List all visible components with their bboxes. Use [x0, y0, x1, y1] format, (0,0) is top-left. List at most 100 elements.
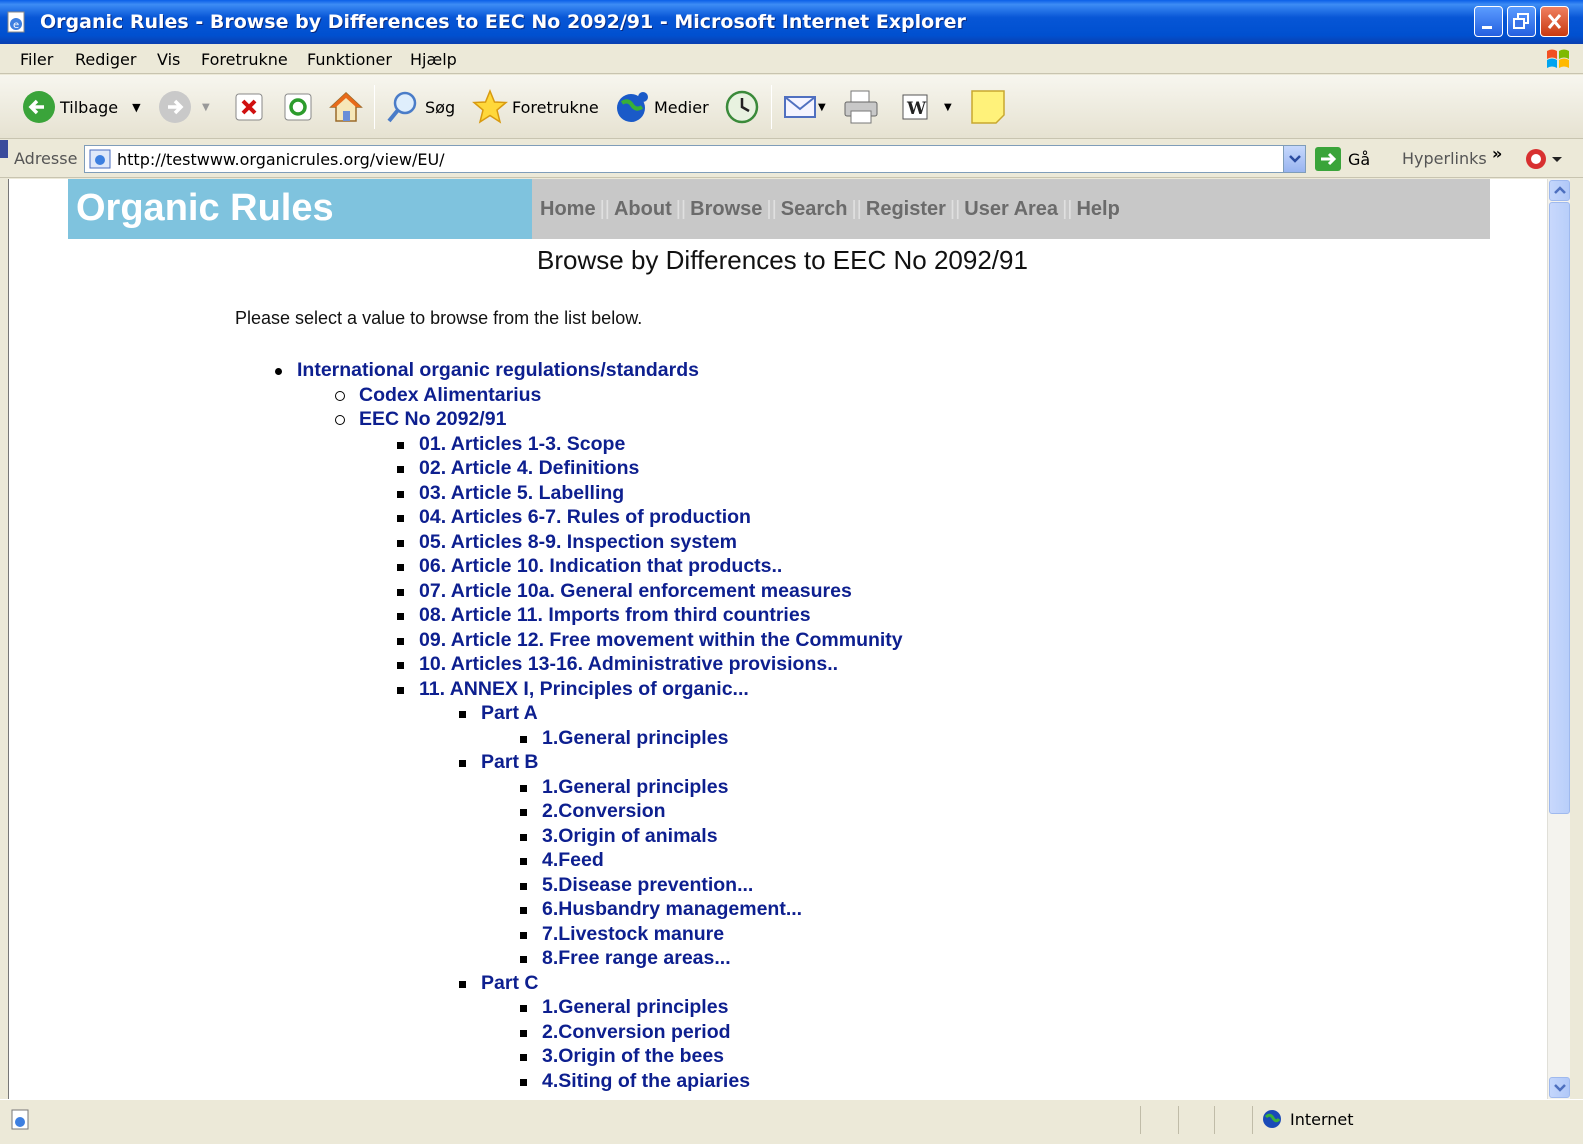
tree-link[interactable]: 02. Article 4. Definitions [419, 457, 639, 479]
translate-icon[interactable] [1524, 146, 1564, 172]
tree-link[interactable]: 03. Article 5. Labelling [419, 482, 624, 504]
search-button[interactable]: Søg [385, 89, 455, 125]
tree-link[interactable]: 11. ANNEX I, Principles of organic... [419, 678, 749, 700]
close-button[interactable] [1540, 6, 1569, 37]
tree-item: 06. Article 10. Indication that products… [397, 555, 782, 578]
mail-button[interactable]: ▼ [782, 89, 826, 125]
scroll-thumb[interactable] [1549, 202, 1570, 814]
tree-link[interactable]: 08. Article 11. Imports from third count… [419, 604, 811, 626]
restore-button[interactable] [1507, 6, 1536, 37]
menu-file[interactable]: Filer [20, 50, 53, 69]
page-viewport: Organic Rules Home || About || Browse || Searc… [8, 179, 1559, 1099]
tree-item: Part C [459, 972, 538, 995]
tree-link[interactable]: 4.Feed [542, 849, 604, 871]
tree-link[interactable]: International organic regulations/standa… [297, 359, 699, 381]
edit-dropdown-icon[interactable]: ▼ [944, 102, 952, 113]
menu-help[interactable]: Hjælp [410, 50, 457, 69]
nav-search[interactable]: Search [781, 198, 848, 220]
list-bullet [397, 490, 404, 498]
tree-link[interactable]: Codex Alimentarius [359, 384, 541, 406]
tree-link[interactable]: 09. Article 12. Free movement within the… [419, 629, 903, 651]
menu-edit[interactable]: Rediger [75, 50, 136, 69]
history-button[interactable] [724, 89, 760, 125]
tree-link[interactable]: 3.Origin of animals [542, 825, 718, 847]
nav-browse[interactable]: Browse [690, 198, 762, 220]
nav-register[interactable]: Register [866, 198, 946, 220]
list-bullet [397, 515, 404, 522]
print-button[interactable] [842, 89, 880, 125]
tree-link[interactable]: EEC No 2092/91 [359, 408, 506, 430]
forward-button[interactable]: ▼ [158, 89, 210, 125]
edit-word-button[interactable]: W ▼ [900, 89, 952, 125]
site-header: Organic Rules Home || About || Browse || Searc… [68, 179, 1490, 239]
address-dropdown-button[interactable] [1283, 146, 1305, 172]
standard-toolbar: Tilbage ▼ ▼ Søg Foretrukne Medier ▼ W ▼ [0, 75, 1583, 139]
tree-link[interactable]: 6.Husbandry management... [542, 898, 802, 920]
back-button[interactable]: Tilbage ▼ [22, 89, 141, 125]
stop-button[interactable] [234, 89, 264, 125]
tree-link[interactable]: Part A [481, 702, 538, 724]
forward-dropdown-icon: ▼ [202, 101, 210, 113]
tree-link[interactable]: 5.Disease prevention... [542, 874, 753, 896]
list-bullet [520, 735, 527, 743]
tree-link[interactable]: 2.Conversion [542, 800, 666, 822]
home-button[interactable] [328, 89, 364, 125]
nav-home[interactable]: Home [540, 198, 596, 220]
tree-link[interactable]: 05. Articles 8-9. Inspection system [419, 531, 737, 553]
list-bullet [397, 637, 404, 645]
nav-user-area[interactable]: User Area [964, 198, 1058, 220]
links-chevron-icon[interactable]: » [1492, 144, 1502, 163]
tree-link[interactable]: 1.General principles [542, 776, 728, 798]
restore-icon [1513, 13, 1529, 29]
favorites-button[interactable]: Foretrukne [472, 89, 599, 125]
media-label: Medier [654, 97, 709, 117]
minimize-button[interactable] [1474, 6, 1503, 37]
menu-view[interactable]: Vis [157, 50, 180, 69]
menu-tools[interactable]: Funktioner [307, 50, 392, 69]
scroll-up-button[interactable] [1549, 180, 1570, 201]
nav-about[interactable]: About [614, 198, 672, 220]
close-icon [1547, 14, 1562, 29]
tree-link[interactable]: 1.General principles [542, 727, 728, 749]
list-bullet [520, 833, 527, 841]
tree-link[interactable]: 2.Conversion period [542, 1021, 731, 1043]
svg-text:W: W [906, 99, 927, 119]
vertical-scrollbar[interactable] [1547, 179, 1570, 1099]
tree-link[interactable]: 07. Article 10a. General enforcement mea… [419, 580, 852, 602]
tree-item: 2.Conversion period [520, 1021, 731, 1044]
status-bar: Internet [0, 1099, 1583, 1144]
tree-link[interactable]: Part C [481, 972, 538, 994]
tree-link[interactable]: 04. Articles 6-7. Rules of production [419, 506, 751, 528]
tree-link[interactable]: 8.Free range areas... [542, 947, 731, 969]
back-label: Tilbage [60, 97, 119, 117]
tree-link[interactable]: 7.Livestock manure [542, 923, 724, 945]
list-bullet [520, 956, 527, 963]
site-brand[interactable]: Organic Rules [68, 179, 532, 239]
tree-link[interactable]: 4.Siting of the apiaries [542, 1070, 750, 1092]
refresh-button[interactable] [283, 89, 313, 125]
tree-item: 03. Article 5. Labelling [397, 482, 624, 505]
word-document-icon: W [902, 94, 928, 120]
tree-link[interactable]: 06. Article 10. Indication that products… [419, 555, 782, 577]
links-label[interactable]: Hyperlinks [1402, 149, 1487, 168]
list-bullet [397, 588, 404, 596]
tree-link[interactable]: 3.Origin of the bees [542, 1045, 724, 1067]
refresh-icon [284, 93, 312, 121]
tree-link[interactable]: 1.General principles [542, 996, 728, 1018]
scroll-down-button[interactable] [1549, 1077, 1570, 1098]
list-bullet [459, 711, 466, 718]
address-input[interactable]: http://testwww.organicrules.org/view/EU/ [84, 145, 1306, 173]
back-dropdown-icon[interactable]: ▼ [132, 101, 140, 114]
list-bullet [520, 931, 527, 939]
discuss-button[interactable] [970, 89, 1006, 125]
nav-help[interactable]: Help [1076, 198, 1119, 220]
media-button[interactable]: Medier [614, 89, 709, 125]
menu-favorites[interactable]: Foretrukne [201, 50, 288, 69]
mail-dropdown-icon[interactable]: ▼ [818, 102, 826, 113]
tree-link[interactable]: 01. Articles 1-3. Scope [419, 433, 625, 455]
tree-link[interactable]: 10. Articles 13-16. Administrative provi… [419, 653, 838, 675]
go-button[interactable]: Gå [1314, 146, 1370, 172]
tree-link[interactable]: Part B [481, 751, 538, 773]
windows-logo-icon [1547, 49, 1569, 68]
list-bullet [335, 390, 345, 401]
